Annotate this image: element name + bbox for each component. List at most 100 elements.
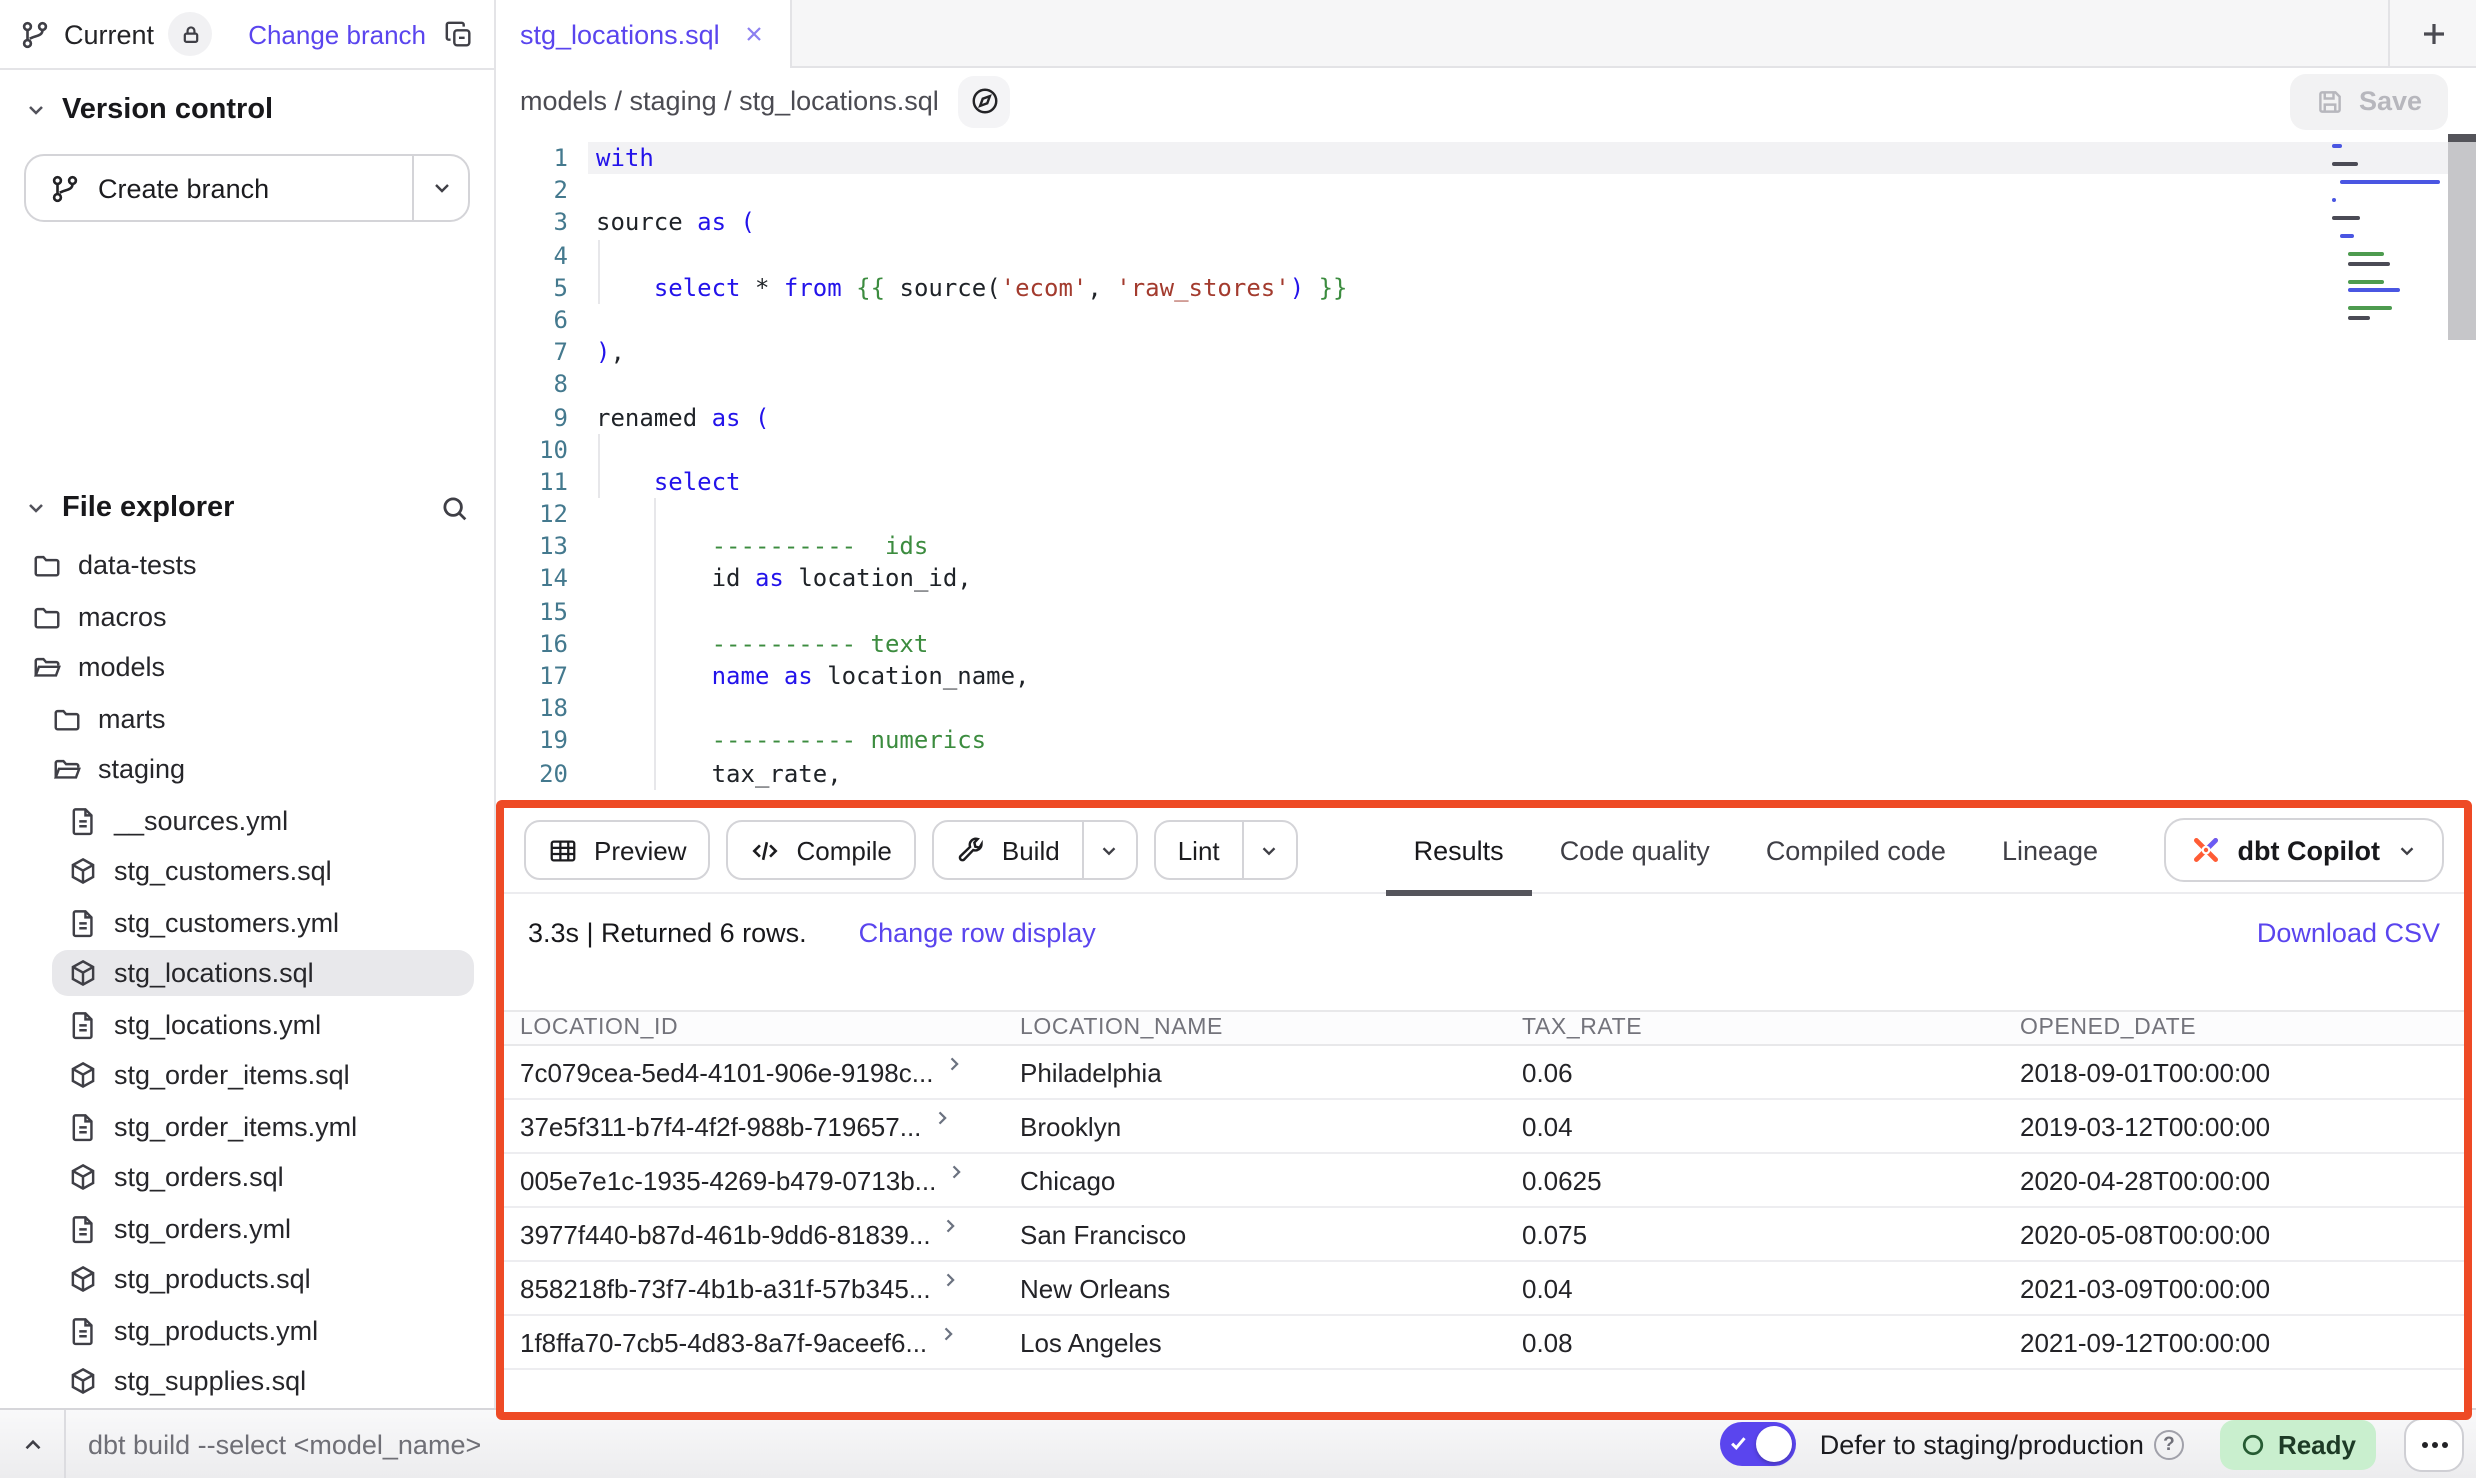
lint-button[interactable]: Lint xyxy=(1154,820,1298,880)
more-options-button[interactable] xyxy=(2404,1417,2464,1471)
file-explorer-header: File explorer xyxy=(0,476,494,536)
defer-toggle[interactable] xyxy=(1720,1422,1796,1466)
dbt-logo-icon xyxy=(2190,834,2222,866)
ready-label: Ready xyxy=(2278,1429,2356,1459)
tree-item-label: staging xyxy=(98,755,185,785)
results-table-header: LOCATION_IDLOCATION_NAMETAX_RATEOPENED_D… xyxy=(504,1011,2464,1045)
command-input[interactable]: dbt build --select <model_name> xyxy=(88,1429,481,1459)
change-row-display-link[interactable]: Change row display xyxy=(859,917,1096,947)
create-branch-button[interactable]: Create branch xyxy=(24,154,470,222)
folder-icon xyxy=(32,653,62,683)
tree-item-stg-products-sql[interactable]: stg_products.sql xyxy=(0,1254,494,1305)
lint-button-dropdown[interactable] xyxy=(1244,822,1296,878)
code-line-17: 17 name as location_name, xyxy=(496,660,2476,692)
expand-row-icon[interactable] xyxy=(946,1162,966,1182)
location-name-value: Philadelphia xyxy=(1004,1045,1506,1099)
minimap[interactable] xyxy=(2332,142,2444,322)
tab-stg-locations-sql[interactable]: stg_locations.sql xyxy=(496,0,792,68)
change-branch-link[interactable]: Change branch xyxy=(248,19,426,49)
tree-item-stg-order-items-sql[interactable]: stg_order_items.sql xyxy=(0,1050,494,1101)
expand-row-icon[interactable] xyxy=(941,1216,961,1236)
help-icon[interactable]: ? xyxy=(2154,1429,2184,1459)
table-row[interactable]: 7c079cea-5ed4-4101-906e-9198c...Philadel… xyxy=(504,1045,2464,1099)
tab-strip: stg_locations.sql xyxy=(496,0,2476,68)
table-row[interactable]: 005e7e1c-1935-4269-b479-0713b...Chicago0… xyxy=(504,1153,2464,1207)
ready-status-badge[interactable]: Ready xyxy=(2220,1419,2376,1469)
build-button[interactable]: Build xyxy=(932,820,1138,880)
panel-tab-lineage[interactable]: Lineage xyxy=(1974,807,2126,893)
compile-button-label: Compile xyxy=(797,835,892,865)
chevron-down-icon[interactable] xyxy=(24,496,48,520)
save-button[interactable]: Save xyxy=(2291,73,2448,129)
tree-item-label: stg_locations.sql xyxy=(114,959,314,989)
tree-item-stg-customers-yml[interactable]: stg_customers.yml xyxy=(0,897,494,948)
chevron-down-icon[interactable] xyxy=(24,98,48,122)
tree-item-label: stg_order_items.sql xyxy=(114,1061,350,1091)
tree-item-stg-customers-sql[interactable]: stg_customers.sql xyxy=(0,846,494,897)
tree-item-stg-supplies-sql[interactable]: stg_supplies.sql xyxy=(0,1356,494,1407)
code-line-13: 13 ---------- ids xyxy=(496,531,2476,563)
expand-row-icon[interactable] xyxy=(937,1324,957,1344)
build-button-dropdown[interactable] xyxy=(1084,822,1136,878)
tree-item-macros[interactable]: macros xyxy=(0,591,494,642)
results-info-row: 3.3s | Returned 6 rows. Change row displ… xyxy=(504,894,2464,970)
create-branch-dropdown[interactable] xyxy=(412,156,468,220)
tree-item-data-tests[interactable]: data-tests xyxy=(0,540,494,591)
line-number: 7 xyxy=(496,336,588,368)
tree-item--sources-yml[interactable]: __sources.yml xyxy=(0,795,494,846)
document-icon xyxy=(68,1010,98,1040)
compile-button[interactable]: Compile xyxy=(727,820,916,880)
location-name-value: San Francisco xyxy=(1004,1207,1506,1261)
location-id-value: 858218fb-73f7-4b1b-a31f-57b345... xyxy=(520,1273,931,1303)
tree-item-models[interactable]: models xyxy=(0,642,494,693)
opened-date-value: 2021-03-09T00:00:00 xyxy=(2004,1261,2464,1315)
panel-tab-compiled-code[interactable]: Compiled code xyxy=(1738,807,1974,893)
tax-rate-value: 0.0625 xyxy=(1506,1153,2004,1207)
tree-item-staging[interactable]: staging xyxy=(0,744,494,795)
tree-item-label: stg_supplies.sql xyxy=(114,1367,306,1397)
tree-item-stg-orders-sql[interactable]: stg_orders.sql xyxy=(0,1152,494,1203)
search-icon[interactable] xyxy=(440,493,470,523)
folder-icon xyxy=(32,602,62,632)
divider xyxy=(64,1410,66,1478)
tree-item-stg-products-yml[interactable]: stg_products.yml xyxy=(0,1305,494,1356)
expand-row-icon[interactable] xyxy=(941,1270,961,1290)
expand-row-icon[interactable] xyxy=(931,1108,951,1128)
tree-item-stg-order-items-yml[interactable]: stg_order_items.yml xyxy=(0,1101,494,1152)
chevron-up-icon[interactable] xyxy=(20,1431,46,1457)
tree-item-label: macros xyxy=(78,602,167,632)
code-line-15: 15 xyxy=(496,595,2476,627)
tree-item-stg-locations-yml[interactable]: stg_locations.yml xyxy=(0,999,494,1050)
tax-rate-value: 0.075 xyxy=(1506,1207,2004,1261)
table-row[interactable]: 3977f440-b87d-461b-9dd6-81839...San Fran… xyxy=(504,1207,2464,1261)
lint-button-label: Lint xyxy=(1178,835,1220,865)
expand-row-icon[interactable] xyxy=(943,1054,963,1074)
editor-scrollbar[interactable] xyxy=(2448,134,2476,340)
dbt-copilot-button[interactable]: dbt Copilot xyxy=(2164,818,2444,882)
download-csv-link[interactable]: Download CSV xyxy=(2257,917,2440,947)
close-icon[interactable] xyxy=(742,22,766,46)
tree-item-marts[interactable]: marts xyxy=(0,693,494,744)
tree-item-stg-orders-yml[interactable]: stg_orders.yml xyxy=(0,1203,494,1254)
code-lines: 1with23source as (45 select * from {{ so… xyxy=(496,134,2476,790)
preview-button[interactable]: Preview xyxy=(524,820,711,880)
compass-icon[interactable] xyxy=(959,75,1011,127)
line-number: 8 xyxy=(496,369,588,401)
table-row[interactable]: 37e5f311-b7f4-4f2f-988b-719657...Brookly… xyxy=(504,1099,2464,1153)
tree-item-label: stg_orders.sql xyxy=(114,1163,284,1193)
new-tab-button[interactable] xyxy=(2388,0,2476,68)
folder-icon xyxy=(52,755,82,785)
table-row[interactable]: 858218fb-73f7-4b1b-a31f-57b345...New Orl… xyxy=(504,1261,2464,1315)
sidebar: Current Change branch Version control xyxy=(0,0,496,1408)
code-line-9: 9renamed as ( xyxy=(496,401,2476,433)
tree-item-label: marts xyxy=(98,704,166,734)
panel-tab-results[interactable]: Results xyxy=(1386,807,1532,893)
tax-rate-value: 0.06 xyxy=(1506,1045,2004,1099)
folder-icon xyxy=(52,704,82,734)
tree-item-label: stg_customers.yml xyxy=(114,908,339,938)
table-row[interactable]: 1f8ffa70-7cb5-4d83-8a7f-9aceef6...Los An… xyxy=(504,1315,2464,1369)
tree-item-label: stg_order_items.yml xyxy=(114,1112,357,1142)
tree-item-stg-locations-sql[interactable]: stg_locations.sql xyxy=(0,948,494,999)
copy-icon[interactable] xyxy=(444,19,474,49)
panel-tab-code-quality[interactable]: Code quality xyxy=(1532,807,1738,893)
